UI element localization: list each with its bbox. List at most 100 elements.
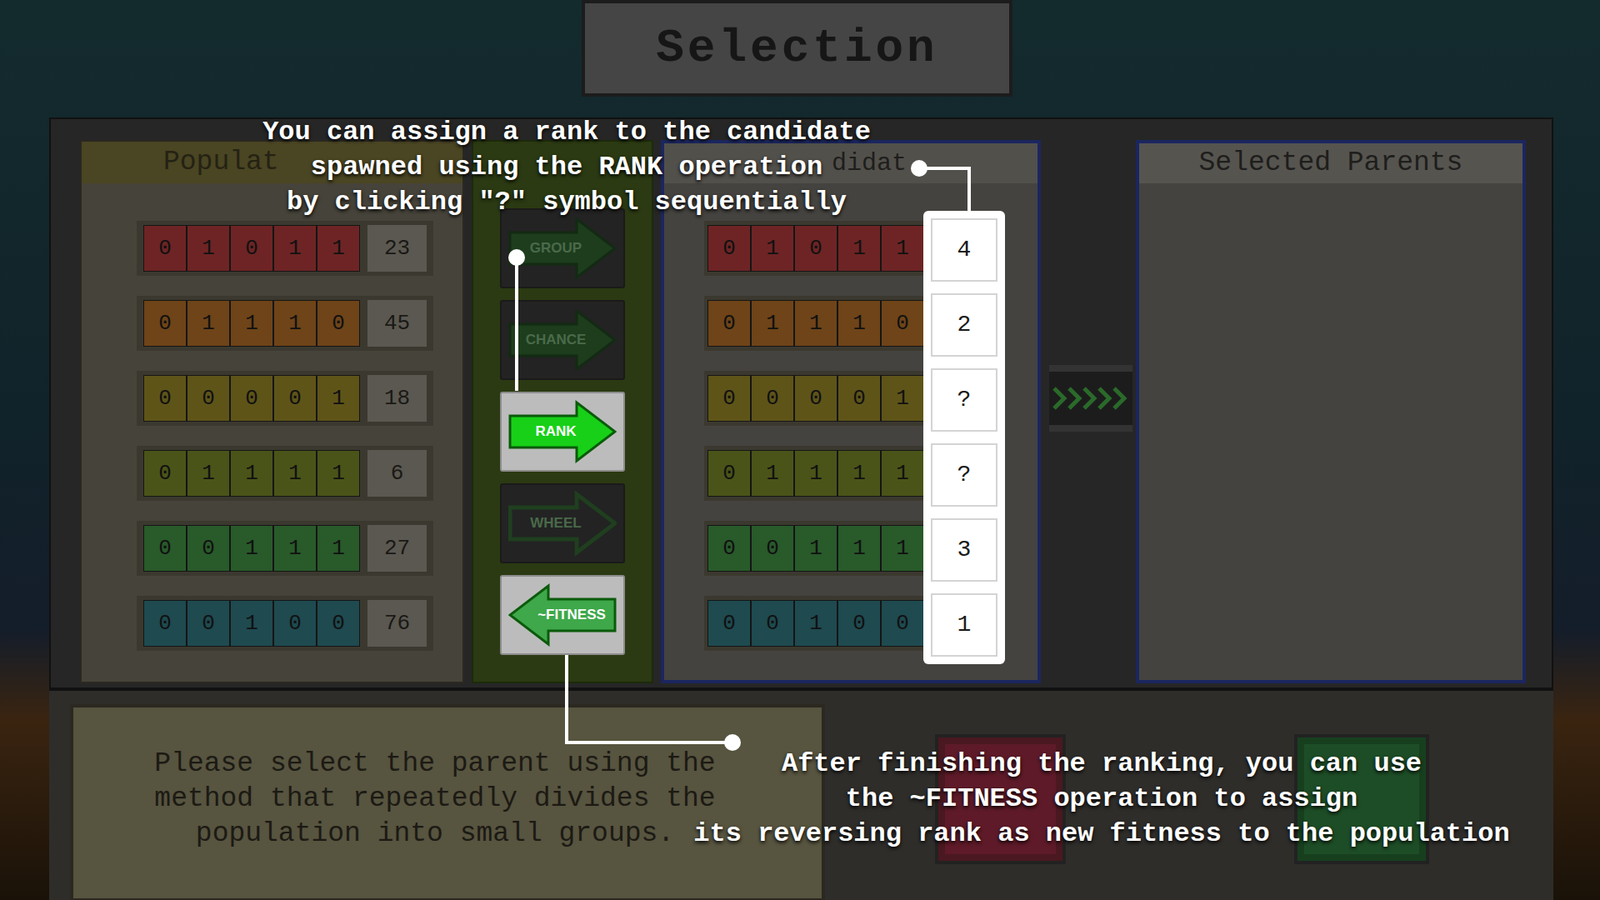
fitness-value: 6 (367, 450, 427, 497)
bit-string: 00100 (707, 600, 925, 647)
bit-cell: 0 (143, 450, 187, 497)
population-title: Populat (163, 141, 280, 184)
population-row: 0011127 (136, 520, 434, 576)
bit-string: 00100 (143, 600, 360, 647)
population-row: 0010076 (136, 595, 434, 651)
bit-cell: 1 (230, 525, 274, 572)
bit-cell: 0 (880, 300, 925, 347)
bit-cell: 1 (837, 225, 881, 272)
callout-line-text: by clicking "?" symbol sequentially (286, 185, 847, 220)
bit-string: 00001 (143, 375, 360, 422)
bit-cell: 0 (316, 300, 360, 347)
candidates-title: didat (831, 145, 907, 183)
bit-cell: 1 (316, 225, 360, 272)
bit-cell: 1 (794, 450, 838, 497)
candidate-row: 00111 (704, 520, 928, 576)
bit-cell: 1 (316, 525, 360, 572)
fitness-value: 76 (367, 600, 427, 647)
bit-cell: 1 (750, 450, 795, 497)
operation-button[interactable]: RANK (500, 391, 625, 472)
population-row: 0111045 (136, 295, 434, 351)
operation-button[interactable]: ~FITNESS (500, 575, 625, 655)
bit-cell: 1 (186, 450, 230, 497)
bit-cell: 1 (794, 600, 838, 647)
bit-cell: 1 (880, 450, 925, 497)
candidate-row: 00001 (704, 370, 928, 426)
bit-string: 00111 (707, 525, 925, 572)
bit-cell: 0 (750, 375, 795, 422)
bit-cell: 0 (230, 225, 274, 272)
selected-parents-panel: Selected Parents (1135, 140, 1526, 684)
instruction-text: Please select the parent using themethod… (154, 746, 715, 852)
bit-cell: 0 (186, 375, 230, 422)
operation-label-wrap: ~FITNESS (501, 576, 624, 654)
title-banner: Selection (581, 0, 1013, 97)
population-row: 0101123 (136, 220, 434, 276)
bit-cell: 0 (186, 525, 230, 572)
instruction-box: Please select the parent using themethod… (70, 704, 825, 900)
tutorial-callout: You can assign a rank to the candidatesp… (233, 115, 900, 220)
operations-panel: GROUP CHANCE RANK WHEEL ~FITNESS (471, 140, 654, 684)
operation-button[interactable]: GROUP (500, 208, 625, 289)
game-screen: Selection Populat 0101123011104500001180… (0, 0, 1600, 900)
bit-cell: 0 (707, 225, 751, 272)
bit-cell: 0 (273, 600, 317, 647)
operation-label: WHEEL (530, 512, 581, 535)
bit-cell: 1 (273, 450, 317, 497)
bit-cell: 0 (880, 600, 925, 647)
rank-box[interactable]: 2 (930, 293, 998, 357)
bit-cell: 0 (143, 375, 187, 422)
candidate-row: 00100 (704, 595, 928, 651)
callout-dot (508, 249, 525, 266)
instruction-line: Please select the parent using the (154, 746, 715, 782)
bit-string: 00111 (143, 525, 360, 572)
bit-cell: 1 (837, 300, 881, 347)
rank-box[interactable]: 1 (930, 593, 998, 657)
bit-string: 01011 (143, 225, 360, 272)
bit-cell: 1 (750, 225, 795, 272)
callout-line (565, 655, 569, 745)
bit-cell: 0 (230, 375, 274, 422)
population-list: 0101123011104500001180111160011127001007… (81, 220, 463, 651)
bit-cell: 1 (880, 225, 925, 272)
bit-string: 00001 (707, 375, 925, 422)
bit-cell: 1 (273, 525, 317, 572)
tutorial-callout: After finishing the ranking, you can use… (666, 746, 1537, 852)
bit-cell: 0 (707, 450, 751, 497)
instruction-line: population into small groups. (195, 816, 675, 852)
bit-cell: 1 (316, 375, 360, 422)
bit-cell: 0 (186, 600, 230, 647)
operation-button[interactable]: CHANCE (500, 300, 625, 380)
rank-box[interactable]: ? (930, 368, 998, 432)
bit-cell: 0 (837, 375, 881, 422)
bit-cell: 1 (837, 525, 881, 572)
callout-line (515, 257, 519, 391)
selected-parents-title: Selected Parents (1199, 142, 1464, 185)
bit-cell: 1 (750, 300, 795, 347)
fitness-value: 23 (367, 225, 427, 272)
rank-box[interactable]: 4 (930, 218, 998, 282)
bit-cell: 1 (316, 450, 360, 497)
rank-box[interactable]: 3 (930, 518, 998, 582)
bit-cell: 0 (794, 225, 838, 272)
callout-dot (724, 734, 741, 751)
bit-cell: 0 (143, 300, 187, 347)
bit-cell: 1 (880, 525, 925, 572)
operation-label: CHANCE (525, 329, 587, 351)
callout-line-text: its reversing rank as new fitness to the… (693, 816, 1510, 852)
bit-cell: 0 (143, 525, 187, 572)
bit-cell: 1 (230, 300, 274, 347)
callout-line (967, 166, 971, 213)
population-row: 011116 (136, 445, 434, 501)
bit-string: 01110 (707, 300, 925, 347)
bit-string: 01011 (707, 225, 925, 272)
bit-cell: 1 (794, 300, 838, 347)
rank-box[interactable]: ? (930, 443, 998, 507)
transfer-connector (1049, 140, 1133, 684)
bit-cell: 0 (143, 225, 187, 272)
operation-button[interactable]: WHEEL (500, 483, 625, 564)
callout-line (565, 740, 733, 745)
callout-line-text: You can assign a rank to the candidate (262, 115, 871, 150)
candidate-row: 01111 (704, 445, 928, 501)
callout-line-text: After finishing the ranking, you can use (781, 746, 1422, 782)
